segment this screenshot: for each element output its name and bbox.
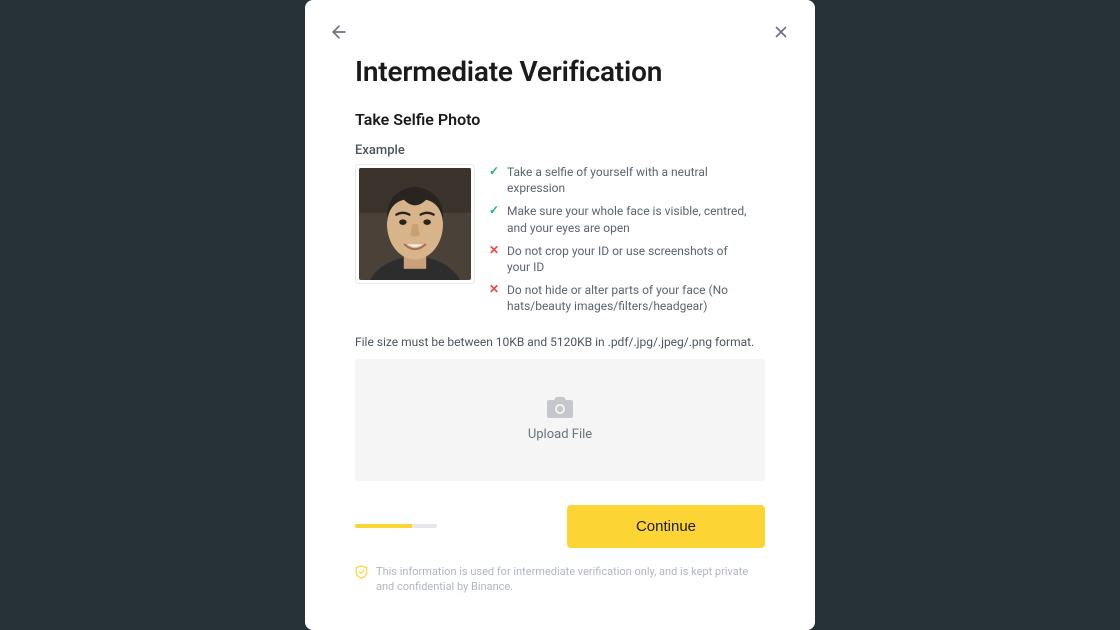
close-icon <box>772 23 790 41</box>
rule-text: Do not crop your ID or use screenshots o… <box>507 243 749 275</box>
example-row: ✓Take a selfie of yourself with a neutra… <box>355 164 765 315</box>
file-size-hint: File size must be between 10KB and 5120K… <box>355 335 765 349</box>
back-button[interactable] <box>327 20 351 44</box>
face-illustration <box>359 168 471 280</box>
arrow-left-icon <box>329 22 349 42</box>
rule-item: ✓Take a selfie of yourself with a neutra… <box>489 164 749 196</box>
bottom-row: Continue <box>355 505 765 548</box>
shield-icon <box>355 565 368 579</box>
privacy-text: This information is used for intermediat… <box>376 564 765 595</box>
rule-text: Make sure your whole face is visible, ce… <box>507 203 749 235</box>
rule-text: Take a selfie of yourself with a neutral… <box>507 164 749 196</box>
rule-item: ✕Do not crop your ID or use screenshots … <box>489 243 749 275</box>
modal-top-bar <box>327 20 793 44</box>
continue-button[interactable]: Continue <box>567 505 765 548</box>
upload-label: Upload File <box>528 427 592 442</box>
camera-icon <box>547 397 573 419</box>
rule-item: ✓Make sure your whole face is visible, c… <box>489 203 749 235</box>
rule-item: ✕Do not hide or alter parts of your face… <box>489 282 749 314</box>
rules-list: ✓Take a selfie of yourself with a neutra… <box>489 164 749 315</box>
example-photo <box>355 164 475 284</box>
cross-icon: ✕ <box>489 282 501 314</box>
close-button[interactable] <box>769 20 793 44</box>
privacy-footnote: This information is used for intermediat… <box>355 564 765 595</box>
rule-text: Do not hide or alter parts of your face … <box>507 282 749 314</box>
cross-icon: ✕ <box>489 243 501 275</box>
example-label: Example <box>355 143 765 158</box>
upload-dropzone[interactable]: Upload File <box>355 359 765 481</box>
verification-modal: Intermediate Verification Take Selfie Ph… <box>305 0 815 630</box>
progress-bar <box>355 524 437 528</box>
step-subtitle: Take Selfie Photo <box>355 110 765 129</box>
check-icon: ✓ <box>489 164 501 196</box>
check-icon: ✓ <box>489 203 501 235</box>
progress-fill <box>355 524 412 528</box>
page-title: Intermediate Verification <box>355 55 765 88</box>
